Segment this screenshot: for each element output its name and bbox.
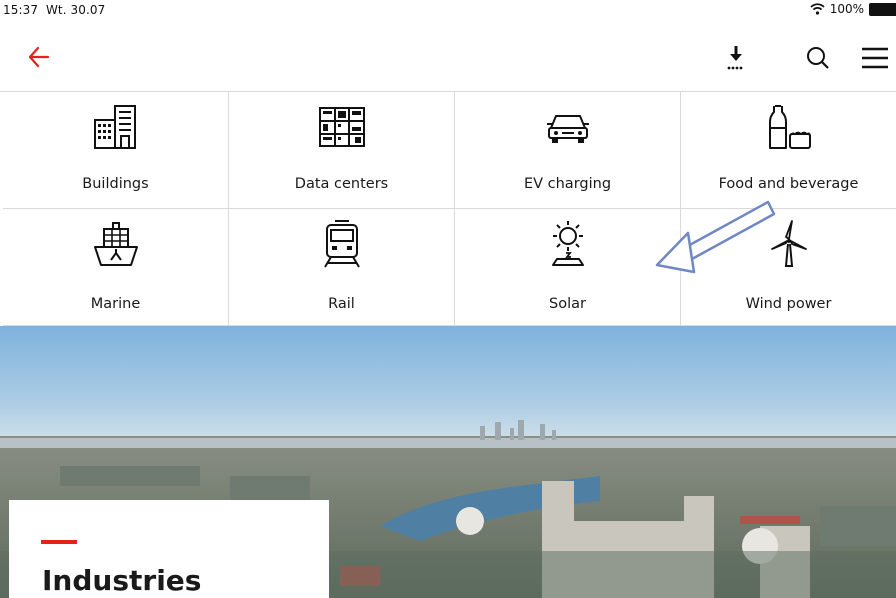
status-bar: 15:37 Wt. 30.07 100% <box>0 0 896 22</box>
industry-food-and-beverage[interactable]: Food and beverage <box>681 92 896 209</box>
industry-label: Rail <box>328 296 355 312</box>
industry-wind-power[interactable]: Wind power <box>681 209 896 326</box>
industry-label: Wind power <box>745 296 832 312</box>
industry-label: Data centers <box>294 176 389 192</box>
ev-charging-icon <box>546 115 589 143</box>
industry-buildings[interactable]: Buildings <box>3 92 229 209</box>
industry-label: Food and beverage <box>718 176 859 192</box>
status-time: 15:37 <box>3 3 39 17</box>
back-arrow-icon <box>28 46 50 68</box>
download-icon <box>727 46 743 70</box>
industry-ev-charging[interactable]: EV charging <box>455 92 681 209</box>
menu-button[interactable] <box>860 43 890 73</box>
hamburger-menu-icon <box>862 47 888 69</box>
rail-icon <box>323 220 360 268</box>
industry-label: Marine <box>90 296 141 312</box>
industry-data-centers[interactable]: Data centers <box>229 92 455 209</box>
food-and-beverage-icon <box>768 105 811 149</box>
industry-label: Buildings <box>82 176 149 192</box>
hero-title: Industries <box>42 564 202 597</box>
industry-solar[interactable]: Solar <box>455 209 681 326</box>
status-date: Wt. 30.07 <box>45 3 106 17</box>
industries-grid: Buildings Data centers EV charging Food … <box>0 92 896 326</box>
search-button[interactable] <box>803 43 833 73</box>
status-time-date: 15:37 Wt. 30.07 <box>3 3 105 17</box>
download-button[interactable] <box>721 43 751 73</box>
industry-marine[interactable]: Marine <box>3 209 229 326</box>
industry-label: EV charging <box>523 176 612 192</box>
industry-label: Solar <box>549 296 586 312</box>
hero-title-card: Industries <box>9 500 329 598</box>
industry-rail[interactable]: Rail <box>229 209 455 326</box>
marine-icon <box>93 222 138 266</box>
back-button[interactable] <box>26 44 56 70</box>
wifi-icon <box>810 3 825 15</box>
battery-icon <box>869 2 896 16</box>
wind-power-icon <box>770 220 807 267</box>
top-toolbar <box>0 22 896 92</box>
battery-percent: 100% <box>829 2 864 16</box>
accent-line <box>41 540 77 544</box>
buildings-icon <box>93 105 136 149</box>
solar-icon <box>551 221 584 266</box>
data-centers-icon <box>318 107 365 147</box>
search-icon <box>807 47 829 69</box>
